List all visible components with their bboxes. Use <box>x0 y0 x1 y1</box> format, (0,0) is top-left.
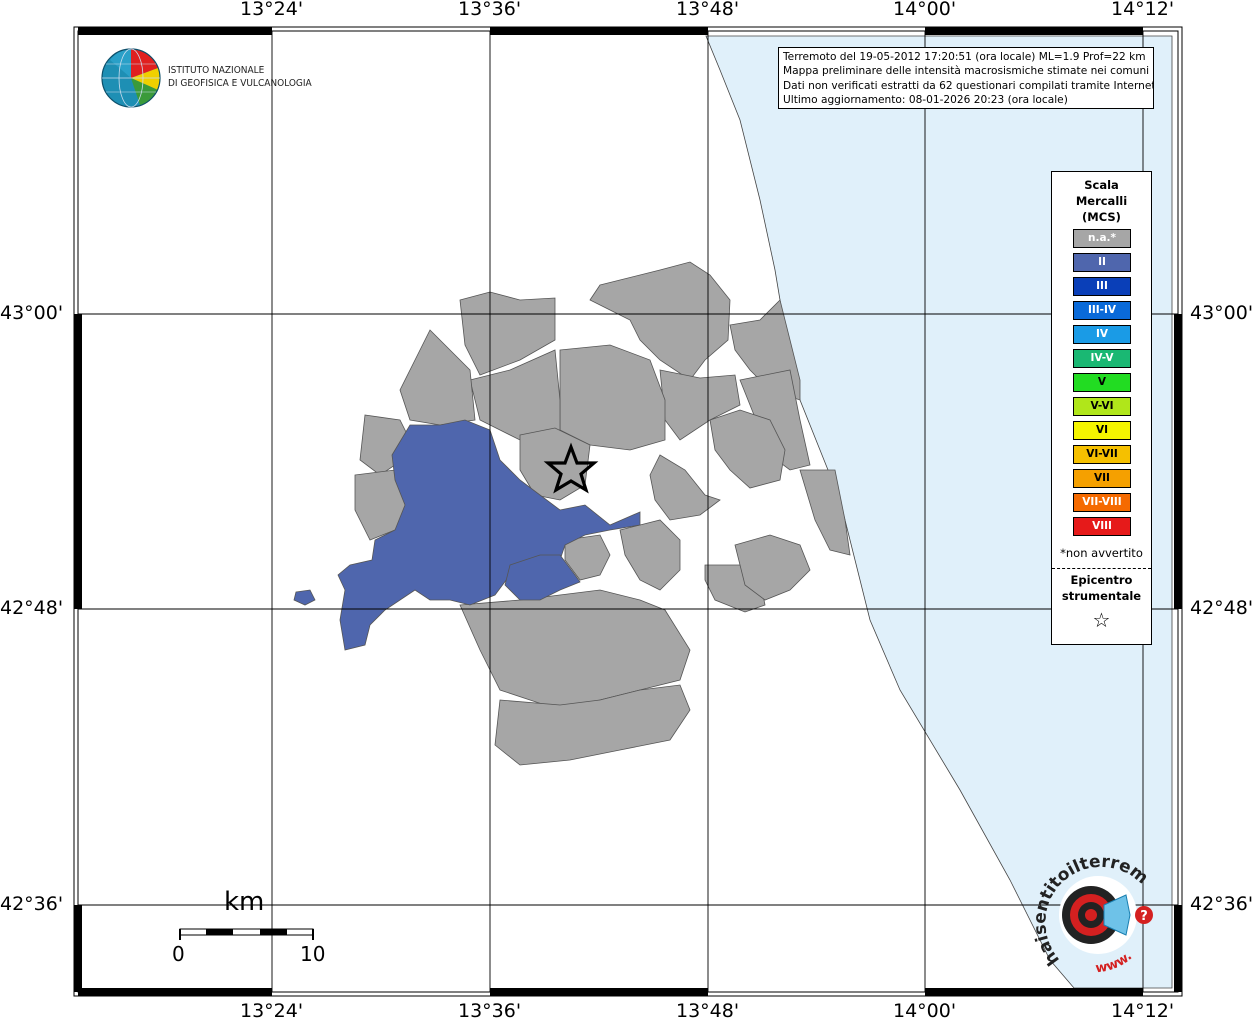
ingv-logo-line2: DI GEOFISICA E VULCANOLOGIA <box>168 78 312 89</box>
legend-swatch-iii-iv: III-IV <box>1073 301 1131 320</box>
event-info-line2: Mappa preliminare delle intensità macros… <box>783 65 1150 78</box>
lon-tick-top-5: 14°12' <box>1111 0 1175 20</box>
legend-swatch-vii: VII <box>1073 469 1131 488</box>
lon-tick-bottom-4: 14°00' <box>893 1000 957 1022</box>
event-info-line3: Dati non verificati estratti da 62 quest… <box>783 79 1154 92</box>
scale-bar-unit: km <box>224 887 265 917</box>
lon-tick-top-1: 13°24' <box>240 0 304 20</box>
legend-title-line1: Scala <box>1084 178 1119 192</box>
event-info-box: Terremoto del 19-05-2012 17:20:51 (ora l… <box>778 47 1154 109</box>
legend-epicenter-line1: Epicentro <box>1070 573 1133 587</box>
legend-swatch-v: V <box>1073 373 1131 392</box>
lon-tick-top-2: 13°36' <box>458 0 522 20</box>
event-info-line1: Terremoto del 19-05-2012 17:20:51 (ora l… <box>783 51 1146 63</box>
legend-swatch-vi: VI <box>1073 421 1131 440</box>
lat-tick-right-3: 42°36' <box>1190 893 1254 915</box>
legend-swatch-ii: II <box>1073 253 1131 272</box>
legend-swatch-vii-viii: VII-VIII <box>1073 493 1131 512</box>
legend-separator <box>1052 568 1151 569</box>
ingv-logo-text: ISTITUTO NAZIONALE DI GEOFISICA E VULCAN… <box>168 64 312 90</box>
scale-bar-min: 0 <box>172 942 185 966</box>
legend-swatch-viii: VIII <box>1073 517 1131 536</box>
lon-tick-bottom-2: 13°36' <box>458 1000 522 1022</box>
lon-tick-bottom-3: 13°48' <box>676 1000 740 1022</box>
mcs-legend: Scala Mercalli (MCS) n.a.* II III III-IV IV I… <box>1051 171 1152 645</box>
legend-swatch-n-a: n.a.* <box>1073 229 1131 248</box>
legend-title: Scala Mercalli (MCS) <box>1052 177 1151 225</box>
legend-swatch-iv: IV <box>1073 325 1131 344</box>
event-info-line4: Ultimo aggiornamento: 08-01-2026 20:23 (… <box>783 94 1068 107</box>
legend-title-line3: (MCS) <box>1082 210 1121 224</box>
hsb-question-mark: ? <box>1140 909 1148 924</box>
lon-tick-top-3: 13°48' <box>676 0 740 20</box>
legend-swatch-iii: III <box>1073 277 1131 296</box>
legend-swatch-iv-v: IV-V <box>1073 349 1131 368</box>
lat-tick-left-3: 42°36' <box>0 893 64 915</box>
legend-epicenter-label: Epicentro strumentale <box>1052 572 1151 604</box>
legend-swatch-vi-vii: VI-VII <box>1073 445 1131 464</box>
lon-tick-top-4: 14°00' <box>893 0 957 20</box>
lat-tick-right-2: 42°48' <box>1190 597 1254 619</box>
lat-tick-left-2: 42°48' <box>0 597 64 619</box>
lat-tick-right-1: 43°00' <box>1190 302 1254 324</box>
scale-bar-max: 10 <box>300 942 326 966</box>
legend-note: *non avvertito <box>1060 546 1143 560</box>
legend-epicenter-line2: strumentale <box>1061 589 1142 603</box>
legend-title-line2: Mercalli <box>1075 194 1128 208</box>
lon-tick-bottom-1: 13°24' <box>240 1000 304 1022</box>
legend-swatch-v-vi: V-VI <box>1073 397 1131 416</box>
lon-tick-bottom-5: 14°12' <box>1111 1000 1175 1022</box>
legend-star-icon: ☆ <box>1092 608 1111 632</box>
lat-tick-left-1: 43°00' <box>0 302 64 324</box>
ingv-logo-line1: ISTITUTO NAZIONALE <box>168 65 265 76</box>
ingv-globe-logo <box>101 48 161 108</box>
